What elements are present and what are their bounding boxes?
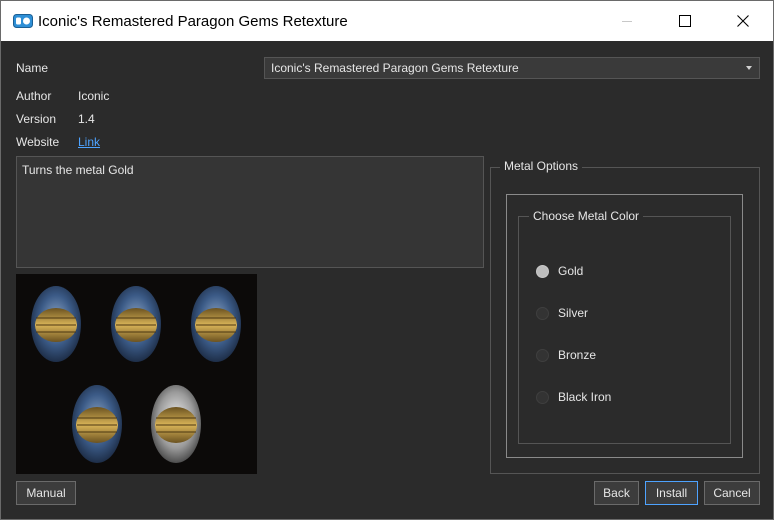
radio-unchecked-icon [536,348,549,362]
radio-black-iron[interactable]: Black Iron [536,390,611,404]
installer-window: Iconic's Remastered Paragon Gems Retextu… [0,0,774,520]
close-button[interactable] [714,1,772,41]
gem-1 [31,286,81,362]
radio-unchecked-icon [536,390,549,404]
app-logo-icon [13,14,33,28]
cancel-button[interactable]: Cancel [704,481,760,505]
name-label: Name [16,61,49,75]
website-label: Website [16,135,60,149]
choose-metal-color-title: Choose Metal Color [529,209,644,223]
window-title: Iconic's Remastered Paragon Gems Retextu… [38,13,348,30]
back-button[interactable]: Back [594,481,639,505]
radio-silver-label: Silver [558,306,589,320]
title-bar: Iconic's Remastered Paragon Gems Retextu… [1,1,773,41]
gem-2 [111,286,161,362]
author-label: Author [16,89,52,103]
radio-silver[interactable]: Silver [536,306,588,320]
radio-checked-icon [536,264,549,278]
website-link[interactable]: Link [78,135,100,149]
description-box: Turns the metal Gold [16,156,484,268]
version-label: Version [16,112,57,126]
author-value: Iconic [78,89,110,103]
gem-5 [151,385,201,463]
maximize-button[interactable] [656,1,714,41]
manual-button[interactable]: Manual [16,481,76,505]
maximize-icon [679,15,691,27]
choose-metal-color-group [518,216,731,444]
radio-gold-label: Gold [558,264,584,278]
gem-3 [191,286,241,362]
minimize-button[interactable] [598,1,656,41]
name-dropdown-value: Iconic's Remastered Paragon Gems Retextu… [271,61,519,75]
minimize-icon [622,21,632,22]
chevron-down-icon [746,66,752,70]
name-dropdown[interactable]: Iconic's Remastered Paragon Gems Retextu… [264,57,760,79]
gem-4 [72,385,122,463]
version-value: 1.4 [78,112,95,126]
metal-options-title: Metal Options [500,159,583,173]
paragon-gems-illustration [31,286,241,463]
radio-black-iron-label: Black Iron [558,390,612,404]
radio-gold[interactable]: Gold [536,264,583,278]
install-button[interactable]: Install [645,481,698,505]
preview-image [16,274,257,474]
radio-unchecked-icon [536,306,549,320]
radio-bronze-label: Bronze [558,348,597,362]
description-text: Turns the metal Gold [22,163,134,177]
radio-bronze[interactable]: Bronze [536,348,596,362]
close-icon [737,15,749,27]
